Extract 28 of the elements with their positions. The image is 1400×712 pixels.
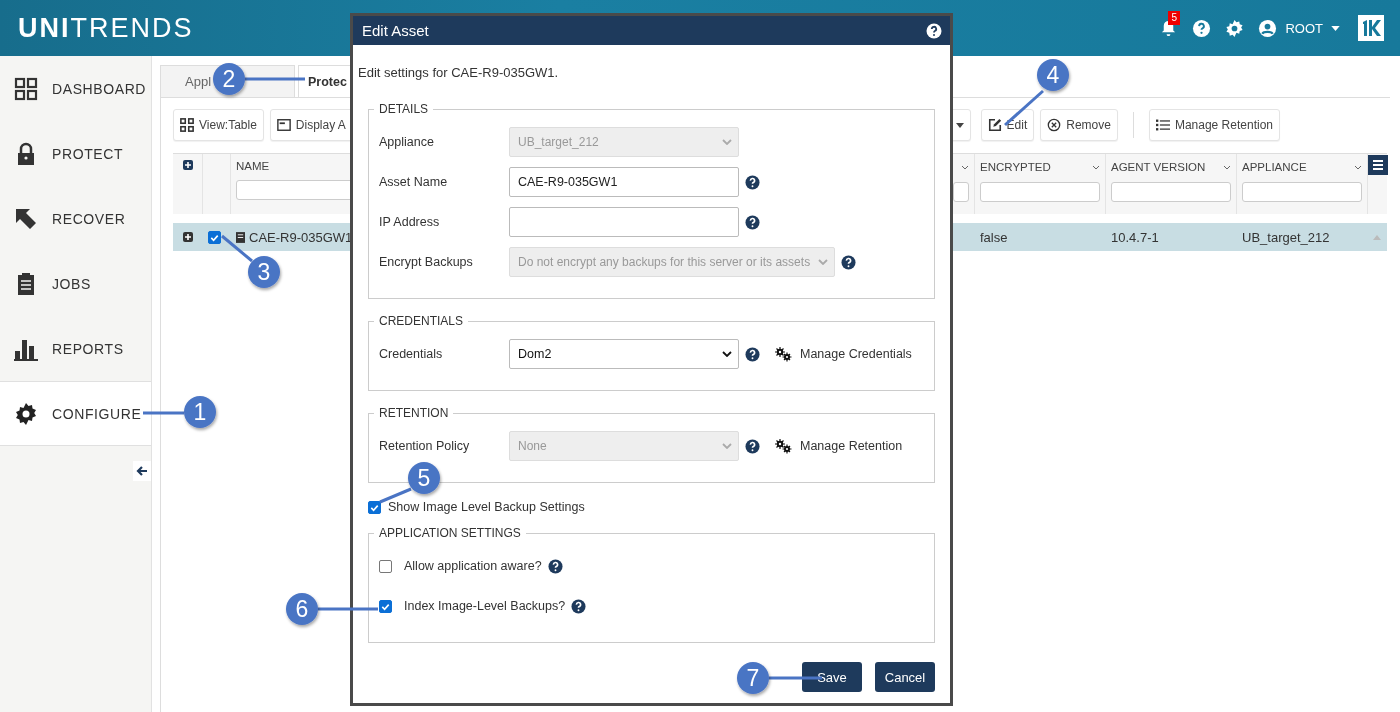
checkbox-label: Show Image Level Backup Settings	[388, 500, 585, 514]
table-cell: 10.4.7-1	[1111, 229, 1159, 245]
dialog-description: Edit settings for CAE-R9-035GW1.	[358, 65, 560, 80]
table-cell: UB_target_212	[1242, 229, 1330, 245]
field-label: IP Address	[379, 215, 441, 229]
section-legend: DETAILS	[374, 102, 434, 116]
checkbox-label: Index Image-Level Backups?	[404, 599, 566, 613]
callout-badge: 5	[408, 462, 440, 494]
callout-badge: 6	[286, 593, 318, 625]
section-legend: CREDENTIALS	[374, 314, 469, 328]
callout-badge: 2	[213, 63, 245, 95]
callout-badge: 7	[737, 662, 769, 694]
notification-count: 5	[1168, 10, 1180, 25]
checkbox-label: Allow application aware?	[404, 559, 542, 573]
brand-logo: UNITRENDS	[18, 12, 194, 44]
callout-badge: 4	[1037, 59, 1069, 91]
section-legend: RETENTION	[374, 406, 454, 420]
table-cell: CAE-R9-035GW1	[249, 229, 353, 245]
field-label: Asset Name	[379, 175, 449, 189]
field-label: Appliance	[379, 135, 435, 149]
section-legend: APPLICATION SETTINGS	[374, 526, 526, 540]
field-label: Retention Policy	[379, 439, 471, 453]
field-label: Credentials	[379, 347, 444, 361]
callout-badge: 3	[248, 256, 280, 288]
field-label: Encrypt Backups	[379, 255, 474, 269]
callout-badge: 1	[184, 396, 216, 428]
dialog-title: Edit Asset	[362, 22, 429, 39]
table-cell: false	[980, 229, 1008, 245]
